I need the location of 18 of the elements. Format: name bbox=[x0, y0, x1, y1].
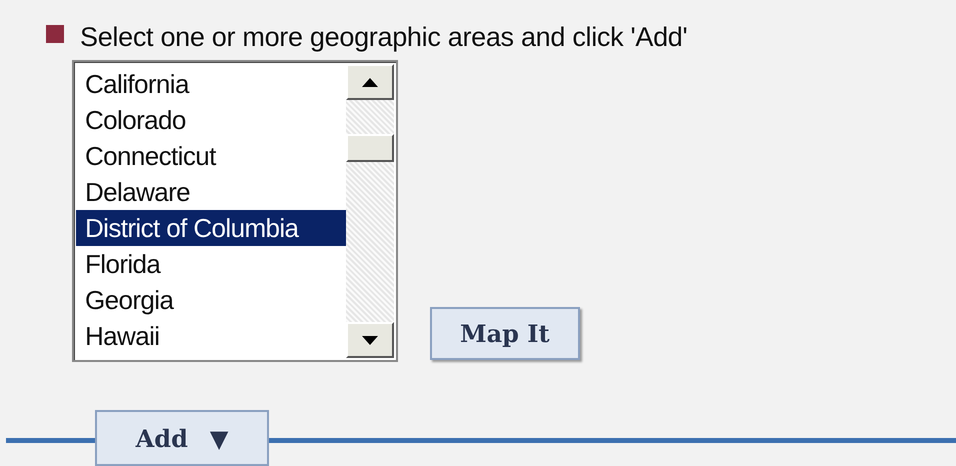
list-option[interactable]: Florida bbox=[76, 246, 346, 282]
scroll-thumb[interactable] bbox=[346, 134, 394, 162]
up-triangle-icon bbox=[362, 78, 378, 86]
area-listbox[interactable]: California Colorado Connecticut Delaware District of Columbia Florida Georgia Hawaii bbox=[72, 60, 398, 362]
list-option[interactable]: California bbox=[76, 66, 346, 102]
instruction-text: Select one or more geographic areas and click 'Add' bbox=[80, 21, 688, 54]
list-option[interactable]: Delaware bbox=[76, 174, 346, 210]
scroll-down-button[interactable] bbox=[346, 322, 394, 358]
map-it-button[interactable]: Map It bbox=[430, 307, 580, 360]
list-option[interactable]: Connecticut bbox=[76, 138, 346, 174]
list-option[interactable]: Colorado bbox=[76, 102, 346, 138]
add-button[interactable]: Add ▼ bbox=[95, 410, 269, 466]
scroll-up-button[interactable] bbox=[346, 64, 394, 100]
list-option[interactable]: Hawaii bbox=[76, 318, 346, 354]
list-option[interactable]: District of Columbia bbox=[76, 210, 346, 246]
down-triangle-icon bbox=[362, 336, 378, 344]
bullet-icon bbox=[46, 25, 64, 43]
list-option[interactable]: Georgia bbox=[76, 282, 346, 318]
